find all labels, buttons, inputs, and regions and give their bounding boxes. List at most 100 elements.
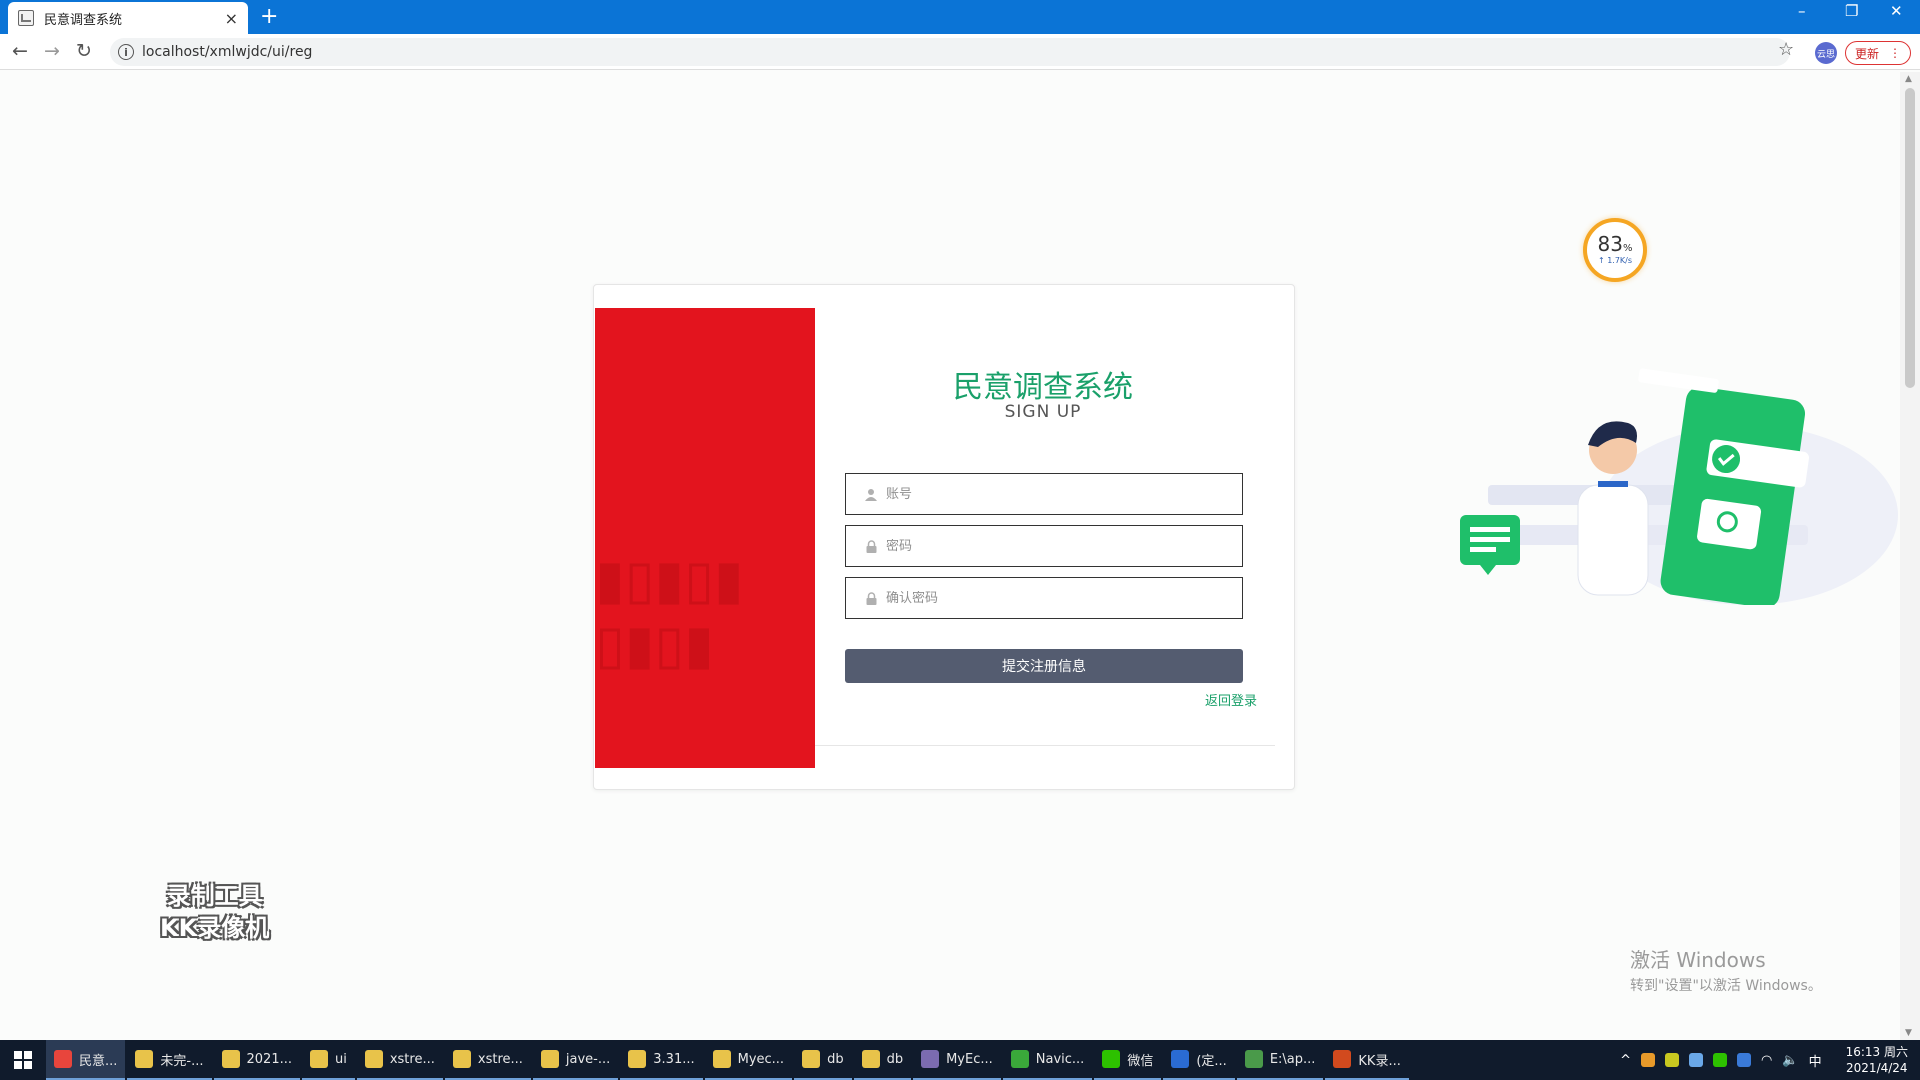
- password-field[interactable]: [845, 525, 1243, 567]
- taskbar-item-label: db: [886, 1051, 904, 1067]
- ime-indicator[interactable]: 中: [1809, 1051, 1822, 1070]
- taskbar-item[interactable]: db: [853, 1040, 912, 1080]
- taskbar-item[interactable]: jave-...: [532, 1040, 619, 1080]
- volume-icon[interactable]: 🔈: [1782, 1053, 1798, 1068]
- red-image-panel: ▮▯▮▯▮ ▯▮▯▮: [595, 308, 815, 768]
- address-bar[interactable]: i localhost/xmlwjdc/ui/reg: [110, 38, 1790, 66]
- taskbar-item[interactable]: ui: [301, 1040, 355, 1080]
- lock-icon: [864, 591, 878, 605]
- scrollbar-thumb[interactable]: [1905, 88, 1915, 388]
- taskbar-item-label: 微信: [1127, 1053, 1154, 1069]
- lock-icon: [864, 539, 878, 553]
- update-button[interactable]: 更新 ⋮: [1845, 41, 1911, 65]
- taskbar-item[interactable]: 2021...: [213, 1040, 300, 1080]
- taskbar-item[interactable]: xstre...: [356, 1040, 443, 1080]
- kk-icon: [1333, 1050, 1352, 1068]
- browser-titlebar: 民意调查系统 × + – ❐ ✕: [0, 0, 1920, 34]
- menu-dots-icon[interactable]: ⋮: [1889, 46, 1901, 60]
- page-subtitle: SIGN UP: [1004, 402, 1082, 422]
- windows-logo-icon: [14, 1051, 32, 1069]
- password-input[interactable]: [886, 538, 1242, 554]
- profile-extension-icon[interactable]: 云思: [1815, 42, 1837, 64]
- browser-tab[interactable]: 民意调查系统 ×: [8, 2, 248, 34]
- tray-wechat-icon[interactable]: [1713, 1053, 1728, 1067]
- taskbar-clock[interactable]: 16:13 周六 2021/4/24: [1846, 1044, 1908, 1076]
- taskbar-item[interactable]: 微信: [1094, 1040, 1162, 1080]
- taskbar-item[interactable]: 未完-...: [127, 1040, 212, 1080]
- start-button[interactable]: [0, 1040, 46, 1080]
- window-restore-button[interactable]: ❐: [1845, 2, 1858, 20]
- taskbar-item[interactable]: xstre...: [444, 1040, 531, 1080]
- tab-title: 民意调查系统: [44, 12, 123, 28]
- taskbar-item[interactable]: KK录...: [1325, 1040, 1409, 1080]
- confirm-password-input[interactable]: [886, 590, 1242, 606]
- editor-icon: [1171, 1050, 1190, 1068]
- network-speed-widget[interactable]: 83% ↑ 1.7K/s: [1583, 218, 1647, 282]
- url-text[interactable]: localhost/xmlwjdc/ui/reg: [142, 44, 312, 60]
- chrome-icon: [54, 1050, 72, 1068]
- taskbar-item-label: jave-...: [565, 1051, 611, 1067]
- network-icon[interactable]: ◠: [1761, 1053, 1772, 1068]
- taskbar-item-label: E:\ap...: [1269, 1051, 1316, 1067]
- account-field[interactable]: [845, 473, 1243, 515]
- taskbar-item[interactable]: E:\ap...: [1236, 1040, 1324, 1080]
- speed-percent: 83%: [1597, 232, 1633, 256]
- submit-register-button[interactable]: 提交注册信息: [845, 649, 1243, 683]
- system-tray: ^ ◠ 🔈 中 16:13 周六 2021/4/24: [1620, 1040, 1920, 1080]
- taskbar-item[interactable]: 民意...: [46, 1040, 126, 1080]
- tray-app-icon[interactable]: [1737, 1053, 1752, 1067]
- taskbar-item-label: MyEc...: [946, 1051, 993, 1067]
- taskbar-item[interactable]: (定...: [1163, 1040, 1235, 1080]
- tray-app-icon[interactable]: [1641, 1053, 1656, 1067]
- taskbar-item[interactable]: Navic...: [1002, 1040, 1093, 1080]
- tray-app-icon[interactable]: [1689, 1053, 1704, 1067]
- activation-hint: 转到"设置"以激活 Windows。: [1630, 978, 1822, 994]
- new-tab-button[interactable]: +: [260, 4, 278, 29]
- folder-icon: [712, 1050, 731, 1068]
- site-info-icon[interactable]: i: [118, 44, 134, 60]
- activation-title: 激活 Windows: [1630, 948, 1766, 972]
- survey-illustration: [1460, 368, 1898, 605]
- page-scrollbar[interactable]: ▲ ▼: [1900, 72, 1920, 1040]
- forward-arrow-icon[interactable]: →: [44, 40, 60, 62]
- confirm-password-field[interactable]: [845, 577, 1243, 619]
- taskbar-item[interactable]: MyEc...: [913, 1040, 1001, 1080]
- taskbar-item-label: 未完-...: [160, 1053, 204, 1069]
- scroll-up-icon[interactable]: ▲: [1905, 74, 1912, 84]
- panel-ghost-texture: ▮▯▮▯▮ ▯▮▯▮: [595, 548, 744, 676]
- clock-date: 2021/4/24: [1846, 1061, 1908, 1075]
- taskbar-item-label: 2021...: [246, 1051, 292, 1067]
- folder-icon: [221, 1050, 240, 1068]
- taskbar-item[interactable]: db: [794, 1040, 852, 1080]
- page-favicon-icon: [18, 10, 34, 26]
- bookmark-star-icon[interactable]: ☆: [1778, 39, 1794, 60]
- tab-close-icon[interactable]: ×: [225, 9, 238, 28]
- folder-icon: [452, 1050, 471, 1068]
- taskbar-item[interactable]: 3.31...: [620, 1040, 703, 1080]
- browser-toolbar: ← → ↻ i localhost/xmlwjdc/ui/reg ☆ 云思 更新…: [0, 34, 1920, 70]
- taskbar-item-label: 3.31...: [653, 1051, 695, 1067]
- card-divider: [815, 745, 1275, 746]
- watermark-line1: 录制工具: [166, 882, 263, 910]
- wechat-icon: [1102, 1050, 1121, 1068]
- taskbar-item[interactable]: Myec...: [704, 1040, 793, 1080]
- folder-icon: [628, 1050, 647, 1068]
- windows-taskbar: 民意... 未完-... 2021... ui xstre... xstre... jave…: [0, 1040, 1920, 1080]
- folder-icon: [861, 1050, 880, 1068]
- watermark-line2: KK录像机: [160, 914, 270, 942]
- clock-time: 16:13 周六: [1845, 1045, 1908, 1059]
- navicat-icon: [1010, 1050, 1029, 1068]
- tray-app-icon[interactable]: [1665, 1053, 1680, 1067]
- windows-activation-watermark: 激活 Windows 转到"设置"以激活 Windows。: [1630, 944, 1822, 995]
- scroll-down-icon[interactable]: ▼: [1905, 1028, 1912, 1038]
- reload-icon[interactable]: ↻: [76, 40, 92, 62]
- user-icon: [864, 487, 878, 501]
- folder-icon: [540, 1050, 559, 1068]
- window-close-button[interactable]: ✕: [1890, 2, 1903, 20]
- back-to-login-link[interactable]: 返回登录: [1205, 690, 1257, 709]
- taskbar-item-label: ui: [334, 1051, 347, 1067]
- window-minimize-button[interactable]: –: [1798, 2, 1806, 20]
- back-arrow-icon[interactable]: ←: [12, 40, 28, 62]
- tray-expand-icon[interactable]: ^: [1620, 1053, 1631, 1068]
- account-input[interactable]: [886, 486, 1242, 502]
